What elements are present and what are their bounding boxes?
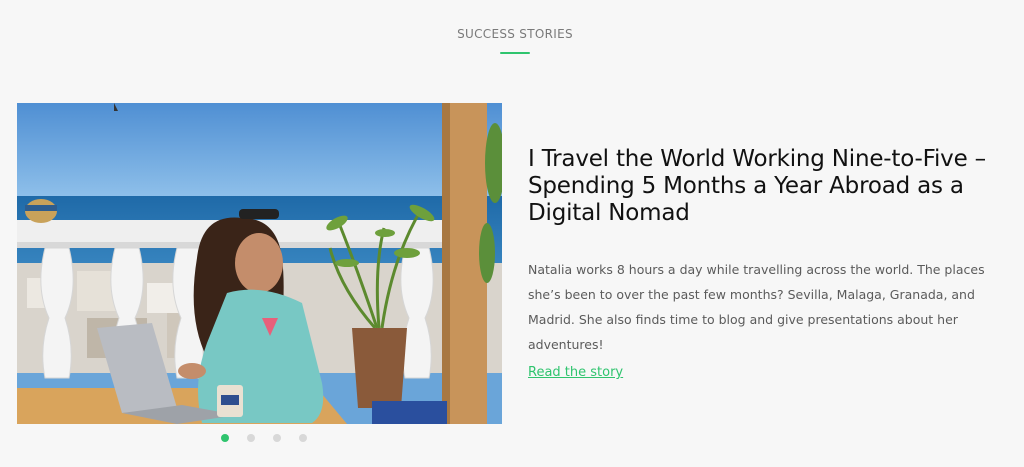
pager-dot-2[interactable]	[247, 434, 255, 442]
section-underline	[500, 52, 530, 54]
pager-dot-3[interactable]	[273, 434, 281, 442]
carousel-pager	[221, 434, 307, 442]
success-stories-section: SUCCESS STORIES I Travel the World Worki…	[0, 0, 1024, 467]
story-image	[17, 103, 502, 424]
story-title: I Travel the World Working Nine-to-Five …	[528, 146, 986, 226]
read-story-link[interactable]: Read the story	[528, 365, 623, 380]
pager-dot-4[interactable]	[299, 434, 307, 442]
pager-dot-1[interactable]	[221, 434, 229, 442]
section-label: SUCCESS STORIES	[457, 27, 573, 41]
story-excerpt: Natalia works 8 hours a day while travel…	[528, 262, 985, 352]
